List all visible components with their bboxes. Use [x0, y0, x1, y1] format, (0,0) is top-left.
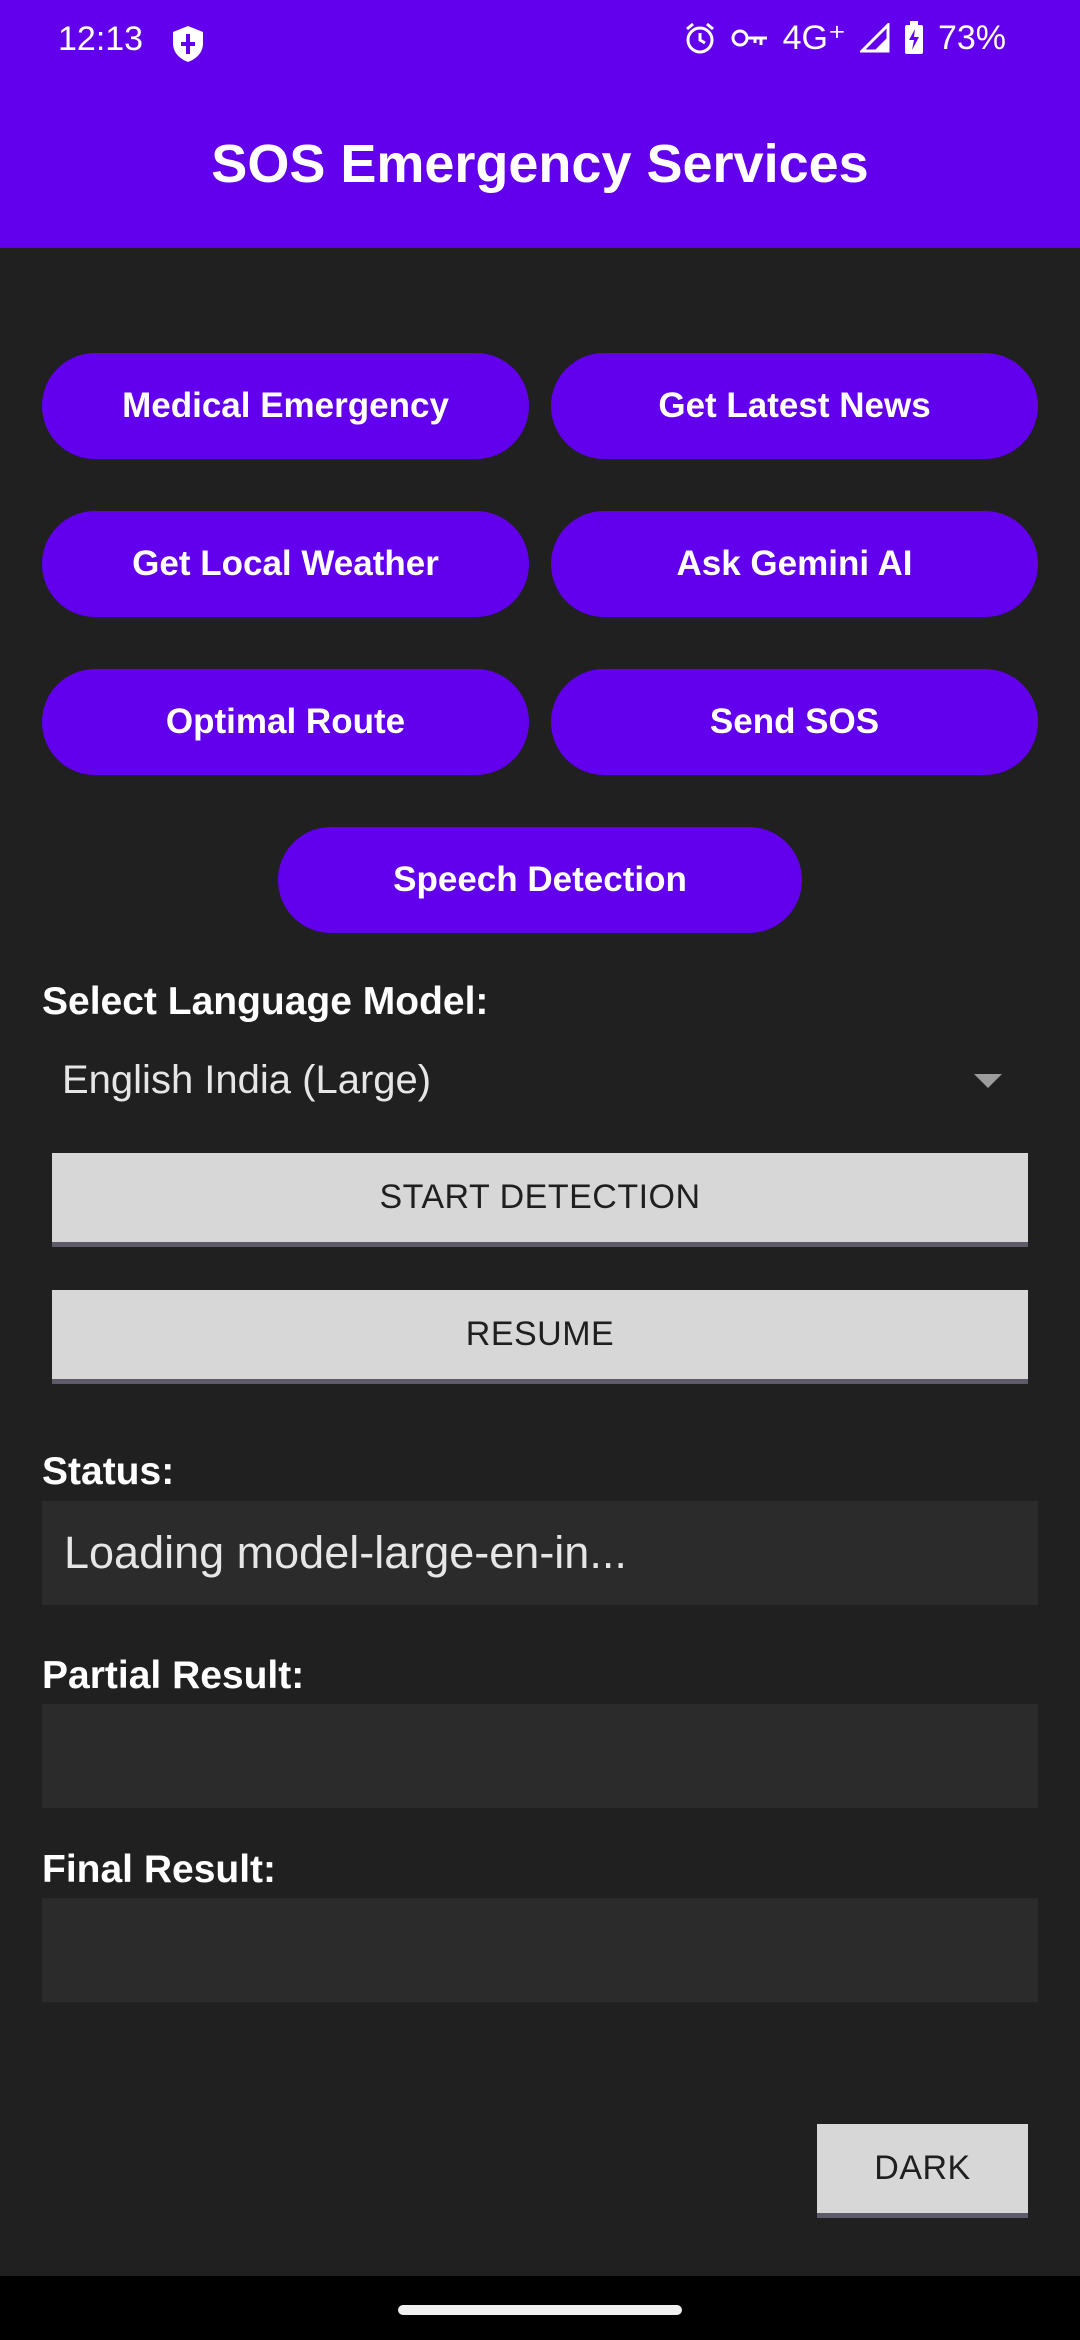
language-model-label: Select Language Model:: [42, 980, 489, 1023]
medical-emergency-button[interactable]: Medical Emergency: [42, 353, 529, 459]
alarm-icon: [683, 21, 717, 55]
status-bar: 12:13 4G⁺ 73%: [0, 0, 1080, 84]
status-time: 12:13: [58, 20, 144, 58]
partial-result-label: Partial Result:: [42, 1654, 305, 1697]
dropdown-arrow-icon: [974, 1074, 1002, 1088]
status-label: Status:: [42, 1450, 175, 1493]
shield-icon: [170, 24, 206, 64]
final-result-label: Final Result:: [42, 1848, 277, 1891]
battery-percent: 73%: [937, 18, 1006, 57]
status-value: Loading model-large-en-in...: [64, 1527, 627, 1578]
speech-detection-button[interactable]: Speech Detection: [278, 827, 802, 933]
send-sos-button[interactable]: Send SOS: [551, 669, 1038, 775]
navigation-bar: [0, 2276, 1080, 2340]
ask-gemini-ai-button[interactable]: Ask Gemini AI: [551, 511, 1038, 617]
get-local-weather-button[interactable]: Get Local Weather: [42, 511, 529, 617]
app-title: SOS Emergency Services: [211, 134, 869, 194]
language-model-selected: English India (Large): [62, 1057, 432, 1102]
optimal-route-button[interactable]: Optimal Route: [42, 669, 529, 775]
start-detection-button[interactable]: START DETECTION: [52, 1153, 1028, 1247]
dark-theme-button[interactable]: DARK: [817, 2124, 1028, 2218]
network-type: 4G⁺: [782, 19, 846, 57]
get-latest-news-button[interactable]: Get Latest News: [551, 353, 1038, 459]
status-field: Loading model-large-en-in...: [42, 1501, 1038, 1605]
app-bar: SOS Emergency Services: [0, 84, 1080, 248]
resume-button[interactable]: RESUME: [52, 1290, 1028, 1384]
final-result-field: [42, 1898, 1038, 2002]
language-model-dropdown[interactable]: English India (Large): [42, 1040, 1002, 1120]
vpn-key-icon: [731, 26, 769, 50]
signal-icon: [859, 23, 890, 53]
partial-result-field: [42, 1704, 1038, 1808]
home-gesture-handle[interactable]: [398, 2305, 682, 2315]
battery-charging-icon: [904, 21, 924, 55]
status-icons: 4G⁺ 73%: [683, 18, 1006, 58]
